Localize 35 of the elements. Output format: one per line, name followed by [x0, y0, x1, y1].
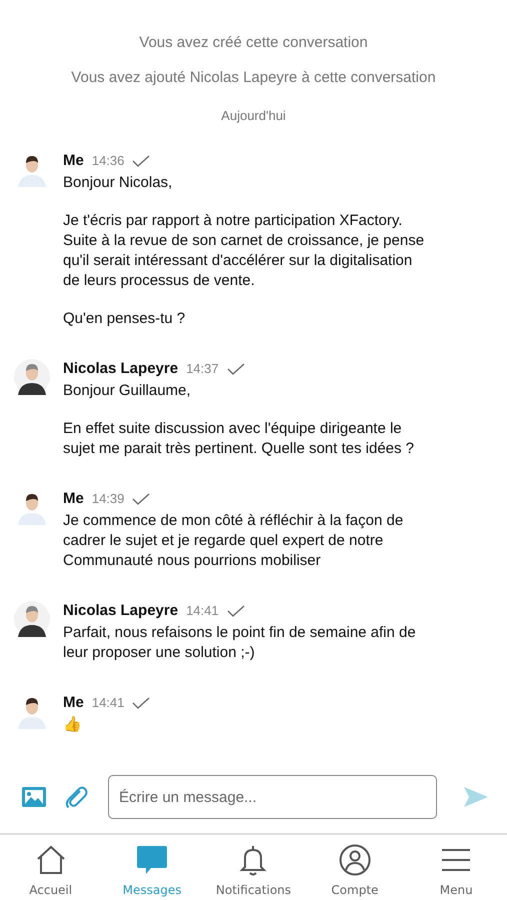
- message-time: 14:37: [186, 360, 219, 378]
- message-input[interactable]: Écrire un message...: [108, 775, 437, 819]
- message-time: 14:39: [92, 490, 124, 508]
- sender-name: Nicolas Lapeyre: [63, 359, 178, 379]
- nav-tab[interactable]: Compte: [310, 843, 400, 897]
- avatar: [14, 601, 50, 637]
- check-icon: [132, 697, 150, 709]
- message-text: 👍: [63, 715, 83, 735]
- message-time: 14:36: [92, 152, 124, 170]
- avatar: [14, 359, 50, 395]
- message-time: 14:41: [186, 602, 219, 620]
- sender-name: Me: [63, 151, 84, 171]
- message-text: Bonjour Nicolas,: [63, 173, 174, 193]
- message-text: Je t'écris par rapport à notre participation XFactory. Suite à la revue de son carnet de croissance, je pense qu'il serait intéressant d'accélérer sur la digitalisation de leurs processus de vente.: [63, 211, 426, 291]
- message-text: Parfait, nous refaisons le point fin de semaine afin de leur proposer une solution ;-): [63, 623, 417, 663]
- message-text: Je commence de mon côté à réfléchir à la façon de cadrer le sujet et je regarde quel expert de notre Communauté nous pourrions mobiliser: [63, 511, 404, 571]
- message-text: En effet suite discussion avec l'équipe dirigeante le sujet me parait très pertinent. Quelle sont tes idées ?: [63, 419, 416, 459]
- message-text: Bonjour Guillaume,: [63, 381, 192, 401]
- system-message: Vous avez créé cette conversation: [138, 34, 369, 51]
- check-icon: [132, 155, 150, 167]
- message-time: 14:41: [92, 694, 124, 712]
- system-message: Vous avez ajouté Nicolas Lapeyre à cette conversation: [70, 69, 437, 86]
- date-separator: Aujourd'hui: [220, 108, 287, 123]
- check-icon: [226, 363, 245, 375]
- message-text: Qu'en penses-tu ?: [63, 309, 186, 329]
- nav-tab[interactable]: Menu: [411, 843, 502, 897]
- sender-name: Nicolas Lapeyre: [63, 601, 178, 621]
- check-icon: [132, 493, 150, 505]
- nav-tab[interactable]: Messages: [107, 843, 198, 897]
- sender-name: Me: [63, 489, 84, 509]
- sender-name: Me: [63, 693, 84, 713]
- nav-tab[interactable]: Accueil: [6, 843, 96, 897]
- nav-tab[interactable]: Notifications: [208, 843, 298, 897]
- check-icon: [226, 605, 245, 617]
- account-icon: [338, 843, 372, 877]
